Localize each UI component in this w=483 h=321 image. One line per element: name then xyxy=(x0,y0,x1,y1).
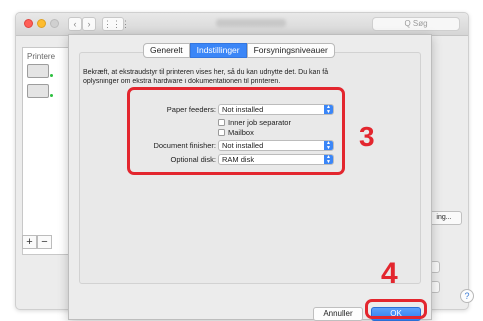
show-all-button[interactable]: ⋮⋮⋮ xyxy=(102,17,130,31)
cancel-button[interactable]: Annuller xyxy=(313,307,363,321)
window-titlebar: ‹ › ⋮⋮⋮ Q Søg xyxy=(16,13,468,36)
printer-status-dot xyxy=(50,94,53,97)
description-line-2: oplysninger om ekstra hardware i dokumen… xyxy=(83,77,281,85)
back-button[interactable]: ‹ xyxy=(68,17,82,31)
tab-general[interactable]: Generelt xyxy=(143,43,190,58)
step-4-number: 4 xyxy=(381,257,398,290)
help-button[interactable]: ? xyxy=(460,289,474,303)
window-title-blurred xyxy=(216,19,286,27)
printer-status-dot xyxy=(50,74,53,77)
step-4-highlight xyxy=(365,299,427,319)
step-3-number: 3 xyxy=(359,121,375,152)
add-remove-controls: + − xyxy=(22,235,52,249)
close-window-button[interactable] xyxy=(24,19,33,28)
chevron-left-icon: ‹ xyxy=(73,19,77,29)
tab-options[interactable]: Indstillinger xyxy=(189,43,247,58)
grid-icon: ⋮⋮⋮ xyxy=(103,19,130,29)
printer-options-sheet: Generelt Indstillinger Forsyningsniveaue… xyxy=(68,34,432,321)
remove-printer-button[interactable]: − xyxy=(37,235,52,249)
chevron-right-icon: › xyxy=(87,19,91,29)
printer-icon[interactable] xyxy=(27,84,49,98)
printer-list-label: Printere xyxy=(27,52,56,61)
printer-icon[interactable] xyxy=(27,64,49,78)
zoom-window-button[interactable] xyxy=(50,19,59,28)
search-field[interactable]: Q Søg xyxy=(372,17,460,31)
add-printer-button[interactable]: + xyxy=(22,235,37,249)
tab-bar: Generelt Indstillinger Forsyningsniveaue… xyxy=(143,43,335,58)
description-line-1: Bekræft, at ekstraudstyr til printeren v… xyxy=(83,69,329,76)
options-description: Bekræft, at ekstraudstyr til printeren v… xyxy=(83,69,355,86)
minimize-window-button[interactable] xyxy=(37,19,46,28)
forward-button[interactable]: › xyxy=(82,17,96,31)
tab-supply-levels[interactable]: Forsyningsniveauer xyxy=(246,43,335,58)
step-3-highlight xyxy=(127,87,345,175)
